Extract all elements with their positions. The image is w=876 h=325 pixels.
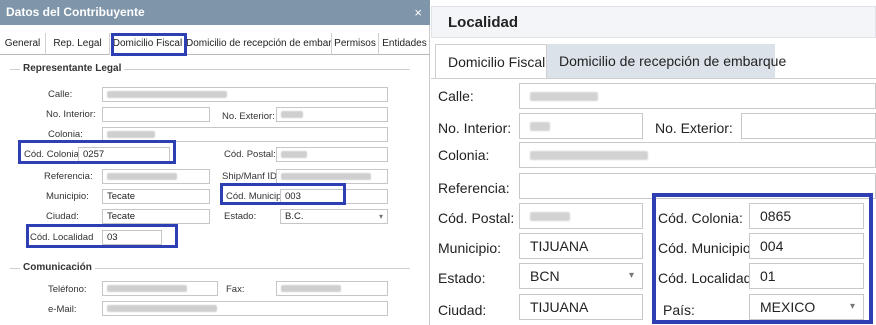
localidad-panel: Localidad Domicilio Fiscal Domicilio de … — [431, 0, 876, 325]
estado-select[interactable]: BCN ▾ — [519, 263, 643, 289]
label-estado: Estado: — [438, 270, 486, 286]
label-cod-postal: Cód. Postal: — [224, 149, 276, 160]
ciudad-field[interactable]: Tecate — [102, 209, 210, 224]
label-colonia: Colonia: — [48, 129, 83, 140]
window-title: Datos del Contribuyente — [6, 5, 145, 19]
label-municipio: Municipio: — [46, 191, 89, 202]
label-fax: Fax: — [226, 284, 245, 295]
no-exterior-field[interactable] — [741, 113, 876, 139]
municipio-field[interactable]: Tecate — [102, 189, 210, 204]
label-estado: Estado: — [224, 211, 257, 222]
tab-underline — [431, 78, 876, 79]
no-interior-field[interactable] — [519, 113, 643, 139]
tab-entidades[interactable]: Entidades — [379, 33, 430, 55]
label-no-interior: No. Interior: — [438, 120, 512, 136]
municipio-field[interactable]: TIJUANA — [519, 233, 643, 259]
group-representante-legal: Representante Legal — [20, 63, 125, 74]
highlight-codes-box — [652, 193, 873, 324]
highlight-cod-localidad-box — [26, 224, 178, 248]
contribuyente-window: Datos del Contribuyente × General Rep. L… — [0, 0, 430, 325]
estado-select-value: B.C. — [285, 211, 304, 222]
tab-domicilio-fiscal[interactable]: Domicilio Fiscal — [435, 44, 547, 78]
tab-general[interactable]: General — [0, 33, 46, 55]
label-colonia: Colonia: — [438, 147, 490, 163]
label-email: e-Mail: — [48, 304, 77, 315]
highlight-tab-box — [111, 33, 187, 56]
label-ship-manf-id: Ship/Manf ID: — [222, 171, 280, 182]
calle-field[interactable] — [102, 87, 388, 102]
label-ciudad: Ciudad: — [438, 302, 487, 318]
no-exterior-field[interactable] — [276, 107, 388, 122]
label-calle: Calle: — [438, 88, 474, 104]
window-titlebar: Datos del Contribuyente × — [0, 0, 430, 25]
calle-field[interactable] — [519, 83, 876, 109]
label-municipio: Municipio: — [438, 240, 502, 256]
label-telefono: Teléfono: — [48, 284, 87, 295]
cod-postal-field[interactable] — [276, 147, 388, 162]
tab-domicilio-recepcion[interactable]: Domicilio de recepción de embarque — [547, 44, 786, 78]
tab-rep-legal[interactable]: Rep. Legal — [46, 33, 110, 55]
ship-manf-id-field[interactable] — [276, 169, 388, 184]
panel-title: Localidad — [431, 6, 876, 38]
estado-select-value: BCN — [530, 268, 560, 284]
label-referencia: Referencia: — [44, 171, 93, 182]
highlight-cod-colonia-box — [18, 140, 176, 164]
group-comunicacion: Comunicación — [20, 262, 95, 273]
label-no-interior: No. Interior: — [46, 109, 96, 120]
label-no-exterior: No. Exterior: — [655, 120, 733, 136]
tab-bar: General Rep. Legal Domicilio Fiscal Domi… — [0, 33, 430, 55]
close-icon[interactable]: × — [414, 0, 422, 25]
highlight-cod-municipio-box — [220, 183, 346, 205]
estado-select[interactable]: B.C. ▾ — [280, 209, 388, 224]
ciudad-field[interactable]: TIJUANA — [519, 294, 643, 320]
no-interior-field[interactable] — [102, 107, 210, 122]
label-calle: Calle: — [48, 89, 73, 100]
tab-permisos[interactable]: Permisos — [332, 33, 379, 55]
referencia-field[interactable] — [102, 169, 210, 184]
label-ciudad: Ciudad: — [46, 211, 79, 222]
label-referencia: Referencia: — [438, 180, 510, 196]
colonia-field[interactable] — [519, 142, 876, 168]
dropdown-arrow-icon[interactable]: ▾ — [629, 264, 634, 288]
cod-postal-field[interactable] — [519, 203, 643, 229]
dropdown-arrow-icon[interactable]: ▾ — [379, 210, 383, 223]
label-no-exterior: No. Exterior: — [222, 111, 275, 122]
tab-domicilio-recepcion[interactable]: Domicilio de recepción de embarque — [186, 33, 332, 55]
label-cod-postal: Cód. Postal: — [438, 210, 515, 226]
fax-field[interactable] — [276, 281, 388, 296]
email-field[interactable] — [102, 301, 388, 316]
telefono-field[interactable] — [102, 281, 218, 296]
